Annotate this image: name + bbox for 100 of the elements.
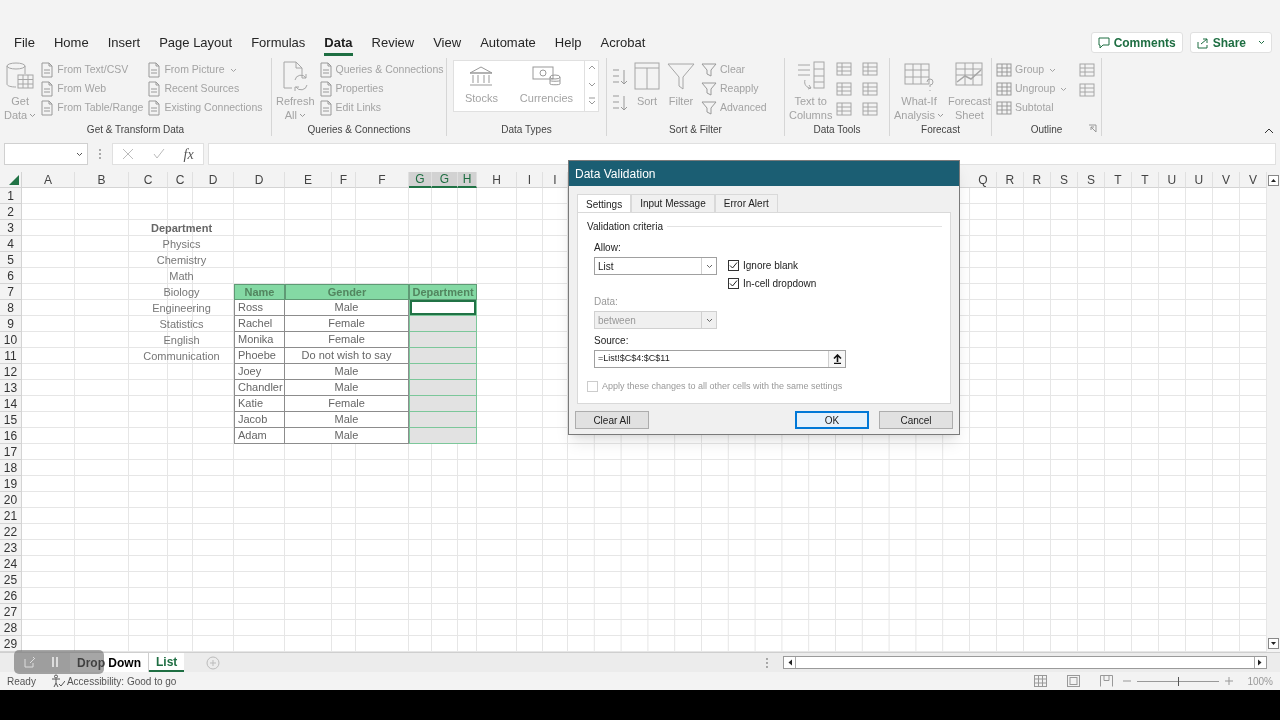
table-cell[interactable] — [409, 348, 477, 364]
sheet-tab[interactable]: List — [149, 653, 185, 672]
sort-descending-icon[interactable] — [611, 94, 629, 112]
dialog-tab[interactable]: Settings — [577, 194, 632, 213]
dialog-tab[interactable]: Input Message — [631, 194, 715, 212]
row-header[interactable]: 18 — [0, 460, 22, 476]
name-box[interactable] — [4, 143, 88, 165]
dialog-tab[interactable]: Error Alert — [714, 194, 778, 212]
column-header[interactable]: B — [75, 172, 129, 188]
row-header[interactable]: 4 — [0, 236, 22, 252]
dialog-launcher-icon[interactable] — [1088, 124, 1097, 133]
column-header[interactable]: S — [1050, 172, 1078, 188]
menu-tab[interactable]: Insert — [107, 32, 141, 56]
column-header[interactable]: T — [1104, 172, 1132, 188]
page-layout-icon[interactable] — [1067, 675, 1081, 687]
column-header[interactable]: G — [409, 172, 432, 188]
more-options-icon[interactable] — [765, 655, 769, 670]
row-header[interactable]: 24 — [0, 556, 22, 572]
table-cell[interactable] — [409, 396, 477, 412]
comments-button[interactable]: Comments — [1090, 32, 1183, 53]
column-header[interactable]: V — [1239, 172, 1267, 188]
tool-icon[interactable] — [836, 61, 853, 77]
pause-icon[interactable] — [50, 656, 60, 668]
row-header[interactable]: 13 — [0, 380, 22, 396]
menu-tab[interactable]: Page Layout — [159, 32, 233, 56]
column-header[interactable]: V — [1212, 172, 1240, 188]
row-header[interactable]: 7 — [0, 284, 22, 300]
scroll-down-icon[interactable] — [1268, 638, 1279, 649]
row-header[interactable]: 19 — [0, 476, 22, 492]
column-header[interactable]: U — [1158, 172, 1186, 188]
column-header[interactable]: A — [22, 172, 75, 188]
menu-tab[interactable]: Home — [53, 32, 89, 56]
tool-icon[interactable] — [862, 61, 879, 77]
table-cell[interactable] — [409, 316, 477, 332]
tool-icon[interactable] — [862, 81, 879, 97]
table-cell[interactable] — [409, 412, 477, 428]
check-icon[interactable] — [152, 148, 165, 160]
column-header[interactable]: F — [332, 172, 356, 188]
cancel-icon[interactable] — [122, 148, 135, 160]
column-header[interactable]: G — [432, 172, 458, 188]
row-header[interactable]: 6 — [0, 268, 22, 284]
zoom-out-icon[interactable] — [1123, 677, 1132, 685]
row-header[interactable]: 20 — [0, 492, 22, 508]
row-header[interactable]: 1 — [0, 188, 22, 204]
menu-tab[interactable]: Formulas — [251, 32, 306, 56]
row-header[interactable]: 16 — [0, 428, 22, 444]
accessibility-icon[interactable] — [50, 674, 65, 688]
column-header[interactable]: F — [356, 172, 409, 188]
row-header[interactable]: 21 — [0, 508, 22, 524]
zoom-in-icon[interactable] — [1225, 677, 1234, 685]
row-header[interactable]: 23 — [0, 540, 22, 556]
checkbox[interactable] — [728, 260, 739, 271]
tool-icon[interactable] — [836, 81, 853, 97]
clear-all-button[interactable]: Clear All — [575, 411, 649, 429]
row-header[interactable]: 12 — [0, 364, 22, 380]
horizontal-scrollbar[interactable] — [783, 656, 1267, 669]
insert-function-button[interactable]: fx — [183, 143, 194, 165]
vertical-scrollbar[interactable] — [1267, 172, 1280, 652]
column-header[interactable]: H — [477, 172, 517, 188]
ok-button[interactable]: OK — [795, 411, 869, 429]
add-sheet-icon[interactable] — [206, 655, 221, 670]
row-header[interactable]: 28 — [0, 620, 22, 636]
cancel-button[interactable]: Cancel — [879, 411, 953, 429]
table-cell[interactable] — [409, 428, 477, 444]
table-cell[interactable] — [409, 364, 477, 380]
scroll-up-icon[interactable] — [1268, 175, 1279, 186]
row-header[interactable]: 14 — [0, 396, 22, 412]
accessibility-status[interactable]: Accessibility: Good to go — [66, 673, 177, 689]
tool-icon[interactable] — [1079, 62, 1096, 78]
tool-icon[interactable] — [862, 101, 879, 117]
tool-icon[interactable] — [1079, 82, 1096, 98]
allow-dropdown[interactable]: List — [594, 257, 717, 275]
column-header[interactable]: T — [1131, 172, 1159, 188]
row-header[interactable]: 15 — [0, 412, 22, 428]
column-header[interactable]: E — [285, 172, 332, 188]
share-button[interactable]: Share — [1189, 32, 1272, 53]
sort-ascending-icon[interactable] — [611, 68, 629, 86]
column-header[interactable]: I — [543, 172, 568, 188]
row-header[interactable]: 22 — [0, 524, 22, 540]
row-header[interactable]: 3 — [0, 220, 22, 236]
source-field[interactable]: =List!$C$4:$C$11 — [594, 350, 846, 368]
menu-tab[interactable]: Data — [324, 32, 353, 56]
column-header[interactable]: C — [168, 172, 193, 188]
formula-input[interactable] — [208, 143, 1276, 165]
column-header[interactable]: D — [193, 172, 234, 188]
column-header[interactable]: D — [234, 172, 285, 188]
row-header[interactable]: 25 — [0, 572, 22, 588]
table-cell[interactable] — [409, 332, 477, 348]
table-cell[interactable] — [409, 300, 477, 316]
menu-tab[interactable]: View — [433, 32, 462, 56]
column-header[interactable]: H — [458, 172, 477, 188]
edit-icon[interactable] — [24, 656, 36, 668]
normal-view-icon[interactable] — [1034, 675, 1048, 687]
menu-tab[interactable]: Acrobat — [600, 32, 646, 56]
menu-tab[interactable]: File — [14, 32, 35, 56]
row-header[interactable]: 9 — [0, 316, 22, 332]
row-header[interactable]: 8 — [0, 300, 22, 316]
column-header[interactable]: R — [996, 172, 1024, 188]
row-header[interactable]: 11 — [0, 348, 22, 364]
column-header[interactable]: Q — [969, 172, 997, 188]
